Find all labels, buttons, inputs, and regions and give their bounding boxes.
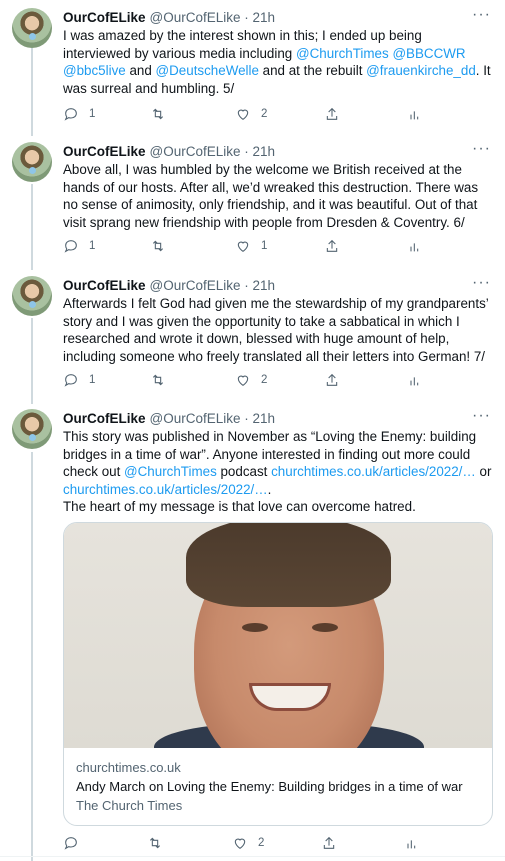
reply-button[interactable]: 1 [63, 372, 95, 388]
author-handle[interactable]: @OurCofELike · 21h [150, 10, 276, 25]
tweet-actions: 1 2 [63, 372, 463, 392]
analytics-icon [410, 377, 419, 386]
like-button[interactable]: 2 [235, 372, 267, 388]
share-button[interactable] [324, 372, 340, 388]
like-button[interactable]: 2 [235, 106, 267, 122]
tweet-text-segment: Afterwards I felt God had given me the s… [63, 296, 489, 364]
card-image[interactable] [64, 523, 492, 748]
mention-link[interactable]: @BBCCWR [392, 46, 465, 61]
url-link[interactable]: churchtimes.co.uk/articles/2022/… [63, 482, 268, 497]
mention-link[interactable]: @ChurchTimes [124, 464, 217, 479]
like-icon [237, 375, 249, 386]
tweet-text: I was amazed by the interest shown in th… [63, 27, 493, 97]
share-button[interactable] [324, 238, 340, 254]
divider [0, 856, 505, 857]
thread-line [31, 452, 33, 861]
more-icon[interactable]: ··· [472, 6, 491, 24]
tweet-actions: 1 2 [63, 106, 463, 126]
like-icon [237, 241, 249, 252]
like-count: 2 [261, 108, 268, 120]
more-icon[interactable]: ··· [472, 407, 491, 425]
avatar[interactable] [12, 276, 52, 316]
author-name[interactable]: OurCofELike [63, 278, 146, 293]
mention-link[interactable]: @frauenkirche_dd [366, 63, 476, 78]
reply-count: 1 [89, 240, 96, 252]
retweet-icon [149, 837, 161, 849]
share-icon [326, 107, 338, 120]
more-icon[interactable]: ··· [472, 274, 491, 292]
like-count: 2 [261, 374, 268, 386]
retweet-button[interactable] [150, 238, 166, 254]
retweet-button[interactable] [150, 106, 166, 122]
reply-button[interactable]: 1 [63, 238, 95, 254]
author-name[interactable]: OurCofELike [63, 144, 146, 159]
analytics-icon [407, 840, 416, 849]
tweet-text-segment: and [125, 63, 156, 78]
tweet-text-segment: and at the rebuilt [258, 63, 367, 78]
analytics-icon [410, 111, 419, 120]
reply-icon [64, 240, 77, 253]
tweet-text-segment: or [475, 464, 492, 479]
url-link[interactable]: churchtimes.co.uk/articles/2022/… [271, 464, 476, 479]
like-button[interactable]: 1 [235, 238, 267, 254]
retweet-icon [152, 374, 164, 386]
like-icon [234, 838, 246, 849]
thread-line [31, 318, 33, 404]
more-icon[interactable]: ··· [472, 140, 491, 158]
reply-icon [64, 374, 77, 387]
retweet-button[interactable] [147, 835, 163, 851]
author-name[interactable]: OurCofELike [63, 411, 146, 426]
retweet-icon [152, 240, 164, 252]
author-handle[interactable]: @OurCofELike · 21h [150, 144, 276, 159]
avatar[interactable] [12, 142, 52, 182]
avatar[interactable] [12, 409, 52, 449]
author-handle[interactable]: @OurCofELike · 21h [150, 411, 276, 426]
share-icon [326, 373, 338, 386]
analytics-button[interactable] [404, 835, 420, 851]
share-icon [323, 836, 335, 849]
card-title: Andy March on Loving the Enemy: Building… [76, 779, 463, 794]
thread-line [31, 184, 33, 270]
retweet-icon [152, 108, 164, 120]
retweet-button[interactable] [150, 372, 166, 388]
avatar[interactable] [12, 8, 52, 48]
link-card[interactable]: churchtimes.co.uk Andy March on Loving t… [63, 522, 493, 826]
reply-button[interactable]: 1 [63, 106, 95, 122]
author-name[interactable]: OurCofELike [63, 10, 146, 25]
thread-line [31, 48, 33, 136]
reply-count: 1 [89, 108, 96, 120]
analytics-icon [410, 243, 419, 252]
reply-button[interactable] [63, 835, 79, 851]
tweet-actions: 2 [63, 835, 463, 855]
share-icon [326, 239, 338, 252]
analytics-button[interactable] [407, 106, 423, 122]
like-button[interactable]: 2 [232, 835, 264, 851]
like-count: 2 [258, 837, 265, 849]
mention-link[interactable]: @ChurchTimes [296, 46, 389, 61]
author-handle[interactable]: @OurCofELike · 21h [150, 278, 276, 293]
reply-icon [64, 108, 77, 121]
card-domain: churchtimes.co.uk [76, 760, 181, 775]
share-button[interactable] [321, 835, 337, 851]
like-count: 1 [261, 240, 268, 252]
card-site: The Church Times [76, 798, 183, 813]
like-icon [237, 109, 249, 120]
share-button[interactable] [324, 106, 340, 122]
tweet-text: Afterwards I felt God had given me the s… [63, 295, 493, 365]
tweet-text: This story was published in November as … [63, 428, 493, 516]
tweet-text-segment: Above all, I was humbled by the welcome … [63, 162, 479, 230]
mention-link[interactable]: @DeutscheWelle [156, 63, 259, 78]
tweet-actions: 1 1 [63, 238, 463, 258]
reply-count: 1 [89, 374, 96, 386]
analytics-button[interactable] [407, 238, 423, 254]
tweet-text-segment: podcast [216, 464, 272, 479]
analytics-button[interactable] [407, 372, 423, 388]
reply-icon [64, 837, 77, 850]
tweet-text: Above all, I was humbled by the welcome … [63, 161, 493, 231]
mention-link[interactable]: @bbc5live [63, 63, 126, 78]
